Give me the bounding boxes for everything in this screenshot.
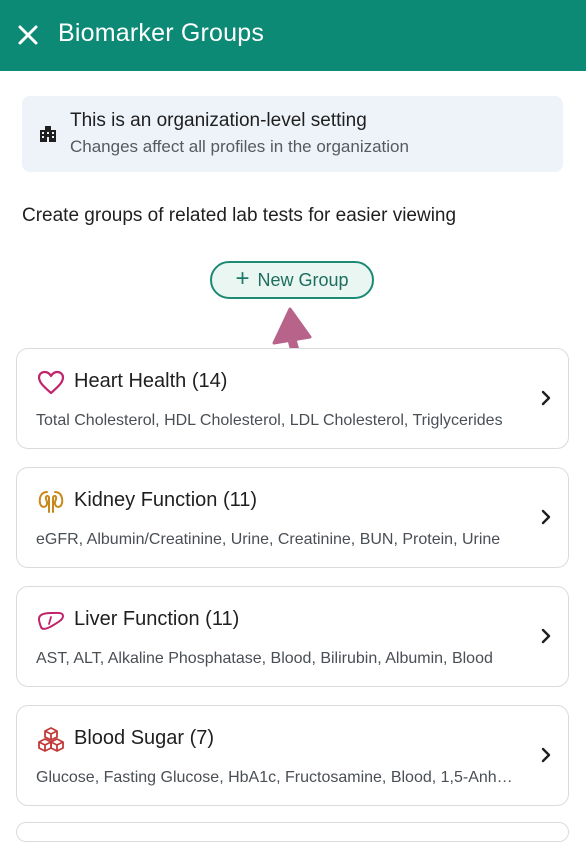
new-group-label: New Group (257, 269, 349, 290)
group-summary: AST, ALT, Alkaline Phosphatase, Blood, B… (36, 650, 493, 667)
group-card-liver-function[interactable]: Liver Function (11) AST, ALT, Alkaline P… (16, 586, 569, 687)
group-title: Kidney Function (11) (74, 489, 258, 511)
kidney-icon (38, 491, 64, 513)
group-title: Blood Sugar (7) (74, 727, 215, 749)
new-group-button[interactable]: + New Group (210, 261, 374, 299)
app-header: Biomarker Groups (0, 0, 586, 71)
close-icon (18, 25, 38, 45)
building-icon (40, 126, 56, 142)
group-card-blood-sugar[interactable]: Blood Sugar (7) Glucose, Fasting Glucose… (16, 705, 569, 806)
liver-icon (38, 611, 64, 630)
group-title: Liver Function (11) (74, 608, 240, 630)
intro-text: Create groups of related lab tests for e… (22, 205, 457, 226)
group-summary: Glucose, Fasting Glucose, HbA1c, Fructos… (36, 769, 516, 786)
close-button[interactable] (14, 21, 42, 49)
chevron-right-icon (541, 747, 551, 763)
group-card-heart-health[interactable]: Heart Health (14) Total Cholesterol, HDL… (16, 348, 569, 449)
organization-notice: This is an organization-level setting Ch… (22, 96, 563, 172)
page-title: Biomarker Groups (58, 19, 265, 47)
chevron-right-icon (541, 628, 551, 644)
group-title: Heart Health (14) (74, 370, 228, 392)
notice-subtitle: Changes affect all profiles in the organ… (70, 137, 409, 156)
notice-title: This is an organization-level setting (70, 110, 367, 131)
heart-icon (37, 370, 65, 395)
sugar-cubes-icon (38, 727, 64, 752)
chevron-right-icon (541, 509, 551, 525)
group-summary: Total Cholesterol, HDL Cholesterol, LDL … (36, 412, 503, 429)
group-card-kidney-function[interactable]: Kidney Function (11) eGFR, Albumin/Creat… (16, 467, 569, 568)
plus-icon: + (235, 265, 250, 292)
chevron-right-icon (541, 390, 551, 406)
group-summary: eGFR, Albumin/Creatinine, Urine, Creatin… (36, 531, 501, 548)
group-card-partial[interactable] (16, 822, 569, 842)
